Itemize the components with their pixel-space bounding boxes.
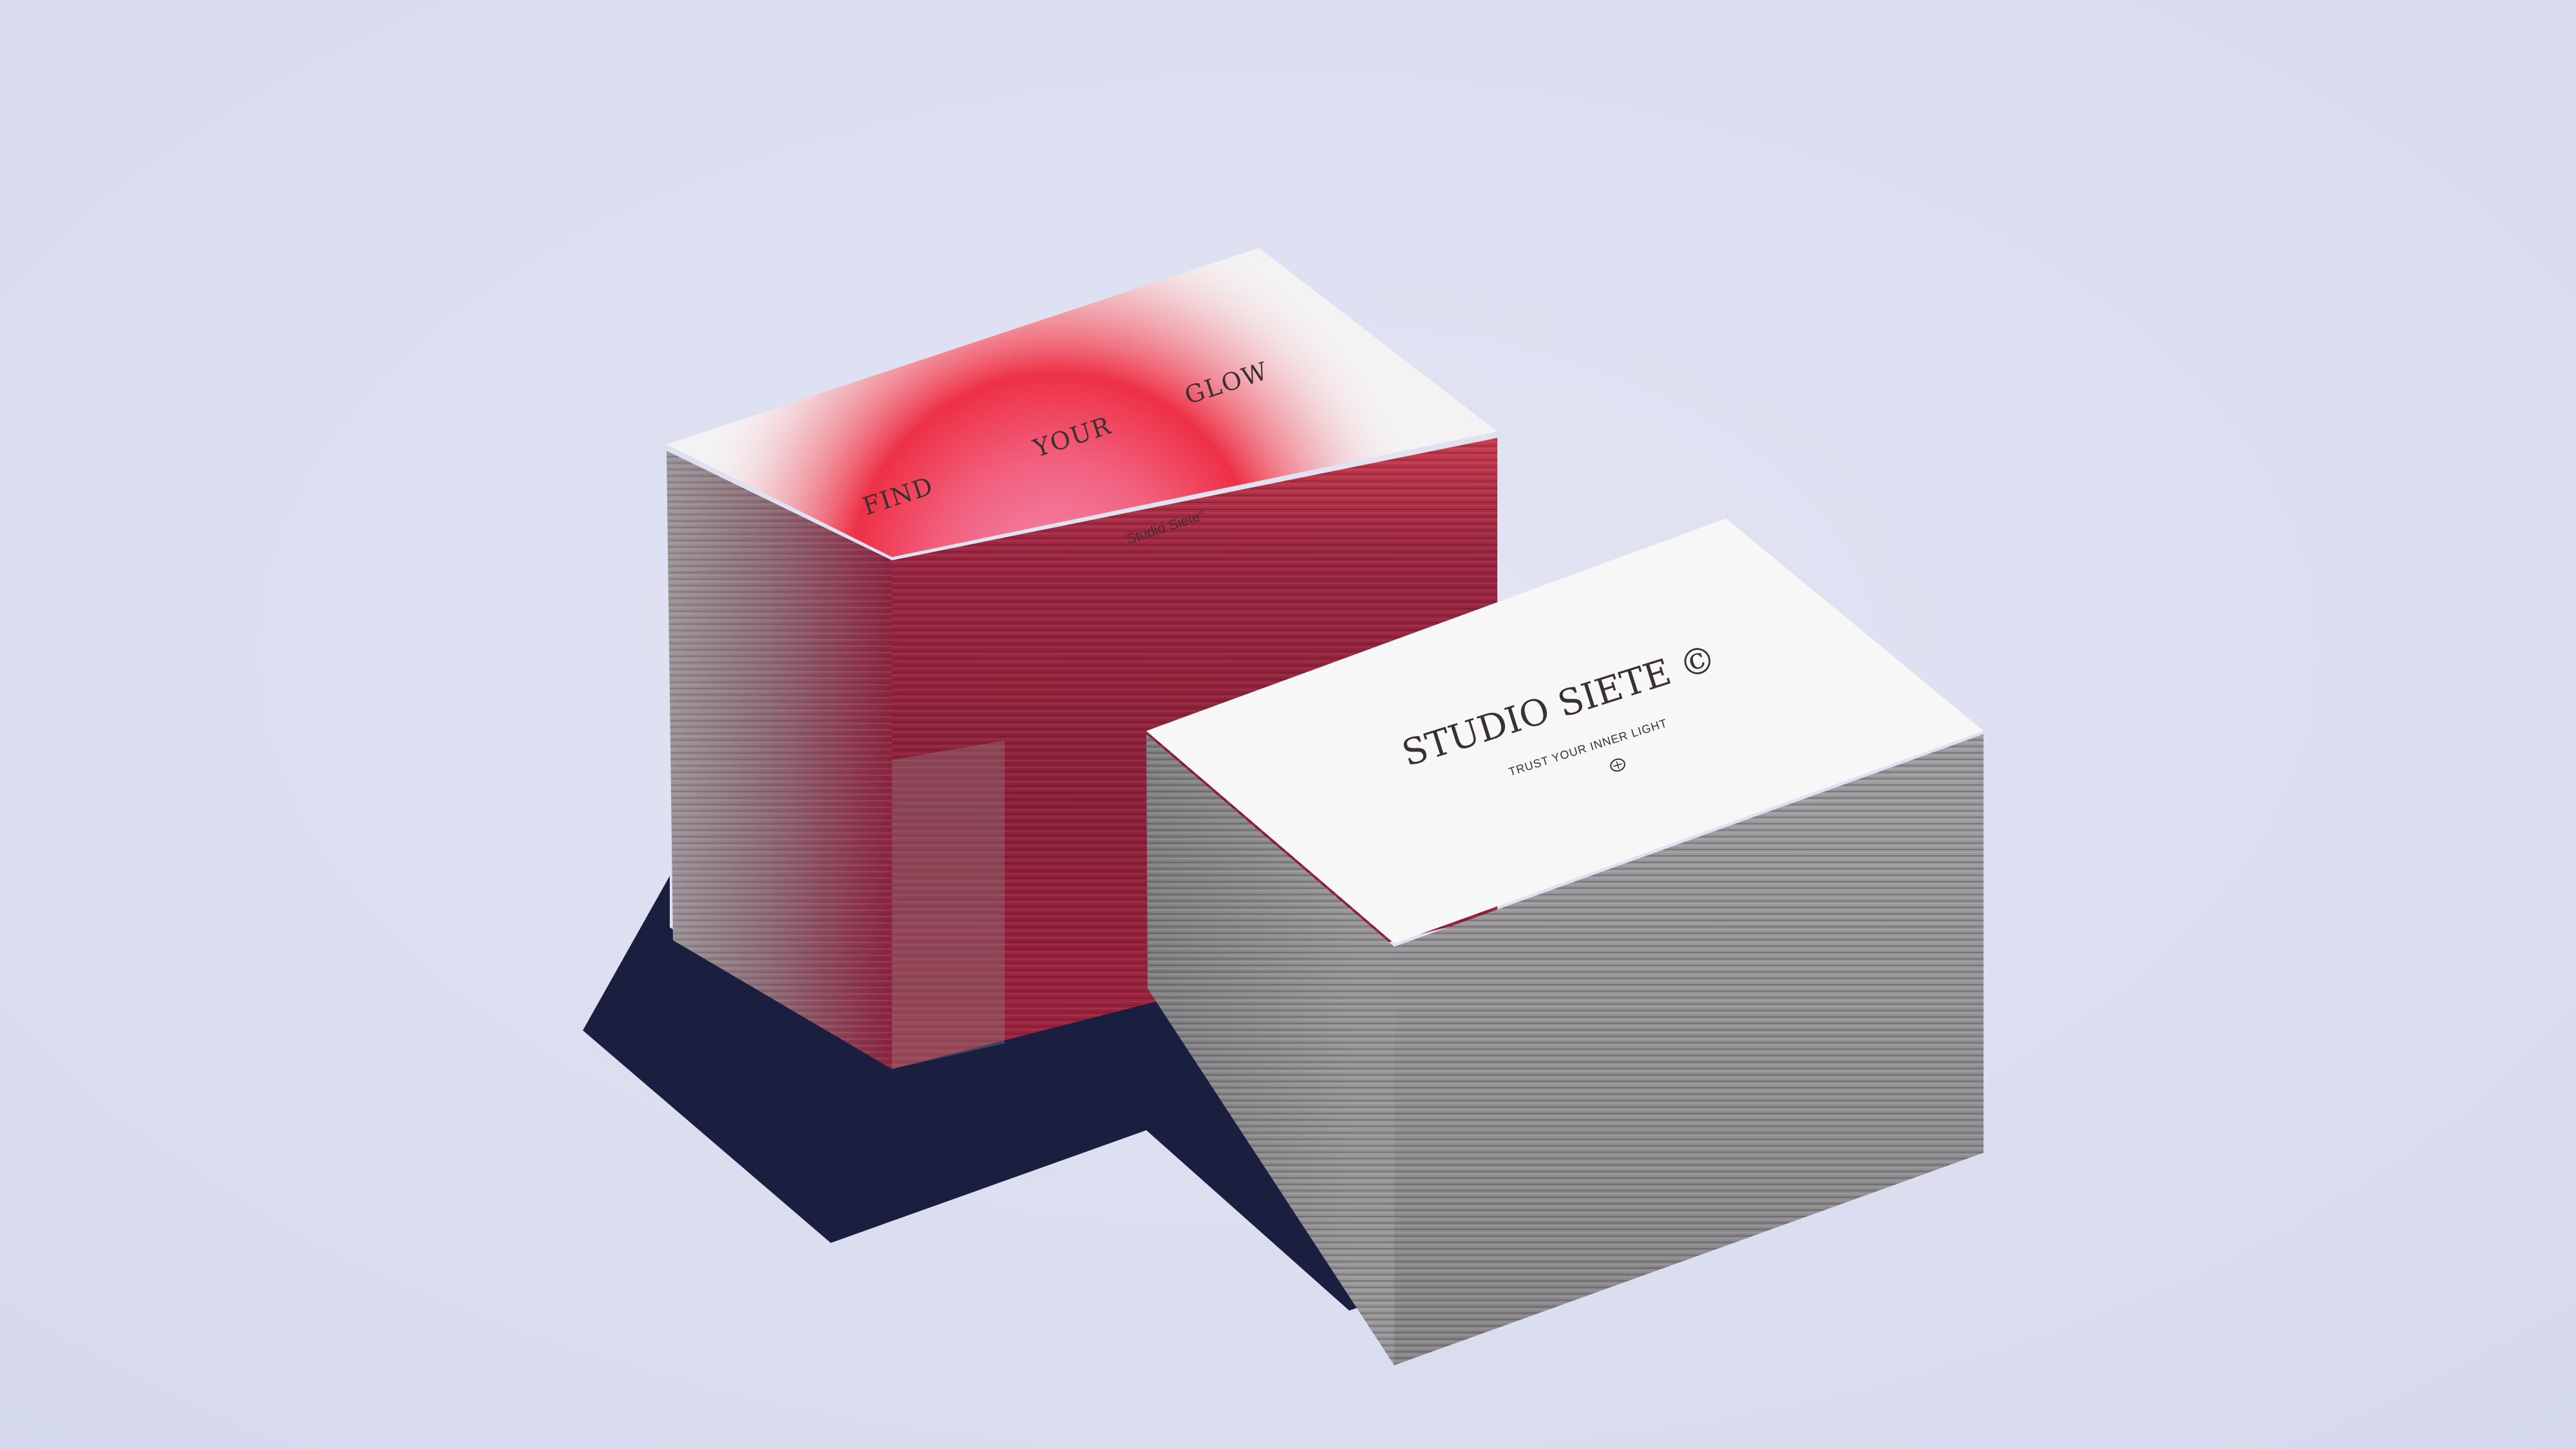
product-scene: FIND YOUR GLOW Studio Siete° STUDIO SIET… — [0, 0, 2576, 1449]
